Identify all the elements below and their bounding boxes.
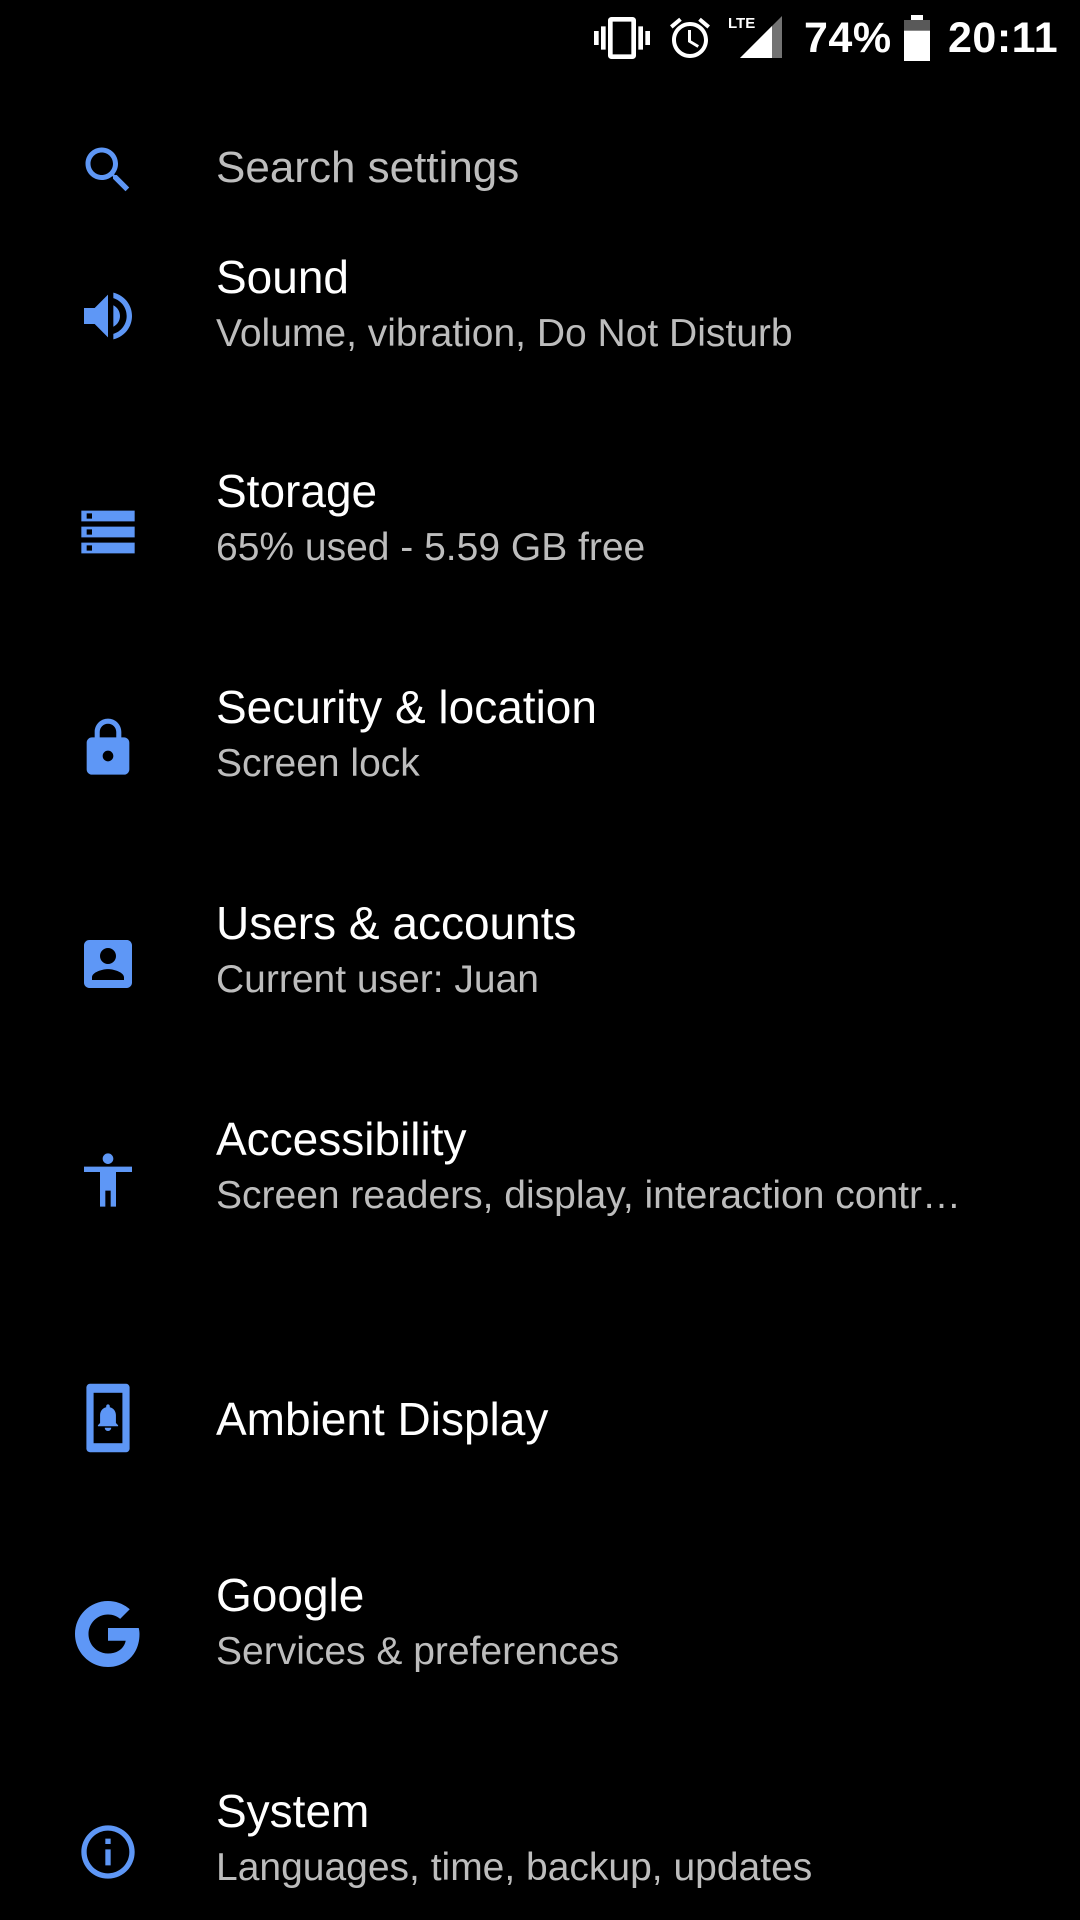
- settings-item-summary: Screen lock: [216, 742, 420, 785]
- lock-icon: [72, 712, 144, 784]
- settings-item-security[interactable]: Security & location Screen lock: [0, 640, 1080, 856]
- battery-level-fill: [904, 30, 930, 61]
- search-input[interactable]: [216, 138, 1016, 198]
- storage-icon: [72, 496, 144, 568]
- search-icon[interactable]: [78, 140, 138, 200]
- settings-item-summary: Volume, vibration, Do Not Disturb: [216, 312, 793, 355]
- settings-item-google[interactable]: Google Services & preferences: [0, 1528, 1080, 1744]
- settings-item-storage[interactable]: Storage 65% used - 5.59 GB free: [0, 424, 1080, 640]
- settings-item-ambient-display[interactable]: Ambient Display: [0, 1288, 1080, 1504]
- settings-item-title: Ambient Display: [216, 1393, 549, 1445]
- settings-item-summary: Languages, time, backup, updates: [216, 1846, 813, 1889]
- search-bar[interactable]: [0, 118, 1080, 220]
- settings-item-title: Google: [216, 1569, 365, 1621]
- settings-item-title: Accessibility: [216, 1113, 467, 1165]
- settings-item-summary: Current user: Juan: [216, 958, 539, 1001]
- lte-signal-icon: LTE: [726, 10, 786, 66]
- settings-list[interactable]: Sound Volume, vibration, Do Not Disturb …: [0, 250, 1080, 1920]
- status-bar: LTE 74% 20:11: [0, 0, 1080, 76]
- settings-item-title: Security & location: [216, 681, 597, 733]
- battery-percent: 74%: [804, 13, 892, 62]
- vibrate-icon: [594, 10, 650, 66]
- settings-item-title: System: [216, 1785, 370, 1837]
- settings-item-sound[interactable]: Sound Volume, vibration, Do Not Disturb: [0, 250, 1080, 424]
- ambient-display-icon: [72, 1382, 144, 1454]
- settings-item-system[interactable]: System Languages, time, backup, updates: [0, 1744, 1080, 1920]
- network-type-label: LTE: [728, 15, 755, 32]
- info-icon: [72, 1816, 144, 1888]
- settings-item-title: Sound: [216, 251, 350, 303]
- settings-item-summary: Services & preferences: [216, 1630, 620, 1673]
- settings-item-accessibility[interactable]: Accessibility Screen readers, display, i…: [0, 1072, 1080, 1288]
- alarm-icon: [666, 10, 714, 66]
- settings-item-users-accounts[interactable]: Users & accounts Current user: Juan: [0, 856, 1080, 1072]
- account-box-icon: [72, 928, 144, 1000]
- settings-item-summary: Screen readers, display, interaction con…: [216, 1174, 961, 1217]
- volume-icon: [72, 280, 144, 352]
- settings-item-title: Users & accounts: [216, 897, 577, 949]
- clock: 20:11: [948, 13, 1059, 62]
- accessibility-icon: [72, 1144, 144, 1216]
- settings-item-summary: 65% used - 5.59 GB free: [216, 526, 646, 569]
- google-icon: [72, 1598, 144, 1670]
- battery-icon: [902, 10, 932, 66]
- settings-item-title: Storage: [216, 465, 378, 517]
